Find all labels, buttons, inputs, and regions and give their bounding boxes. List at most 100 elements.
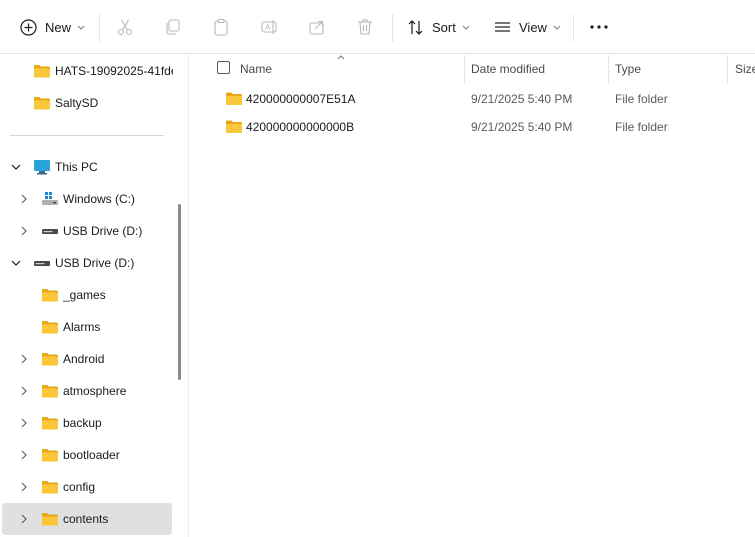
sidebar-tree-label: Alarms: [63, 320, 101, 334]
more-icon: [590, 25, 608, 29]
plus-circle-icon: [20, 18, 37, 36]
sidebar-tree-item[interactable]: Windows (C:): [2, 183, 172, 215]
chevron-down-icon[interactable]: [10, 161, 22, 173]
column-divider[interactable]: [608, 55, 609, 83]
folder-icon: [42, 513, 58, 526]
chevron-right-icon[interactable]: [18, 481, 30, 493]
file-list: Name Date modified Type Size 42000000000…: [190, 55, 755, 537]
monitor-icon: [34, 160, 50, 175]
sidebar-item-label: SaltySD: [55, 96, 99, 110]
clipboard-icon: [214, 18, 228, 36]
column-type[interactable]: Type: [615, 55, 641, 83]
folder-icon: [42, 353, 58, 366]
sidebar-tree-label: contents: [63, 512, 109, 526]
sort-button[interactable]: Sort: [407, 0, 470, 54]
folder-icon: [42, 321, 58, 334]
chevron-right-icon[interactable]: [18, 353, 30, 365]
sidebar-tree-item[interactable]: _games: [2, 279, 172, 311]
sidebar-tree-item[interactable]: config: [2, 471, 172, 503]
sidebar-tree-label: backup: [63, 416, 102, 430]
folder-icon: [226, 92, 242, 105]
file-row[interactable]: 420000000000000B 9/21/2025 5:40 PM File fo…: [190, 113, 755, 141]
sidebar-tree-item[interactable]: This PC: [2, 151, 172, 183]
sidebar-tree-label: _games: [63, 288, 106, 302]
toolbar-separator: [573, 14, 574, 42]
view-button[interactable]: View: [494, 0, 561, 54]
chevron-right-icon[interactable]: [18, 449, 30, 461]
file-row[interactable]: 420000000007E51A 9/21/2025 5:40 PM File fo…: [190, 85, 755, 113]
sidebar-tree-item[interactable]: Android: [2, 343, 172, 375]
sidebar-tree-label: USB Drive (D:): [63, 224, 143, 238]
sidebar-tree-item[interactable]: USB Drive (D:): [2, 215, 172, 247]
more-options-button[interactable]: [590, 0, 608, 54]
file-date-modified: 9/21/2025 5:40 PM: [471, 92, 573, 106]
sidebar-tree-label: Windows (C:): [63, 192, 136, 206]
sidebar-item[interactable]: HATS-19092025-41fdef: [2, 55, 173, 87]
windows-drive-icon: [42, 192, 58, 205]
column-divider[interactable]: [727, 55, 728, 83]
sidebar-tree-label: atmosphere: [63, 384, 127, 398]
new-button[interactable]: New: [20, 0, 85, 54]
sidebar-tree-item[interactable]: contents: [2, 503, 172, 535]
chevron-right-icon[interactable]: [18, 193, 30, 205]
sidebar-tree-item[interactable]: backup: [2, 407, 172, 439]
file-type: File folder: [615, 92, 668, 106]
file-name: 420000000000000B: [246, 120, 355, 134]
column-size[interactable]: Size: [735, 55, 755, 83]
folder-icon: [42, 481, 58, 494]
folder-icon: [34, 97, 50, 110]
chevron-down-icon: [462, 25, 470, 30]
command-bar: New A Sort View: [0, 0, 755, 54]
file-date-modified: 9/21/2025 5:40 PM: [471, 120, 573, 134]
folder-icon: [34, 65, 50, 78]
sidebar-item-label: HATS-19092025-41fdef: [55, 64, 173, 78]
delete-button[interactable]: [356, 0, 374, 54]
cut-button[interactable]: [116, 0, 134, 54]
copy-icon: [166, 19, 180, 35]
sidebar-item[interactable]: SaltySD: [2, 87, 172, 119]
chevron-right-icon[interactable]: [18, 417, 30, 429]
copy-button[interactable]: [164, 0, 182, 54]
sidebar-scrollbar[interactable]: [178, 204, 181, 380]
new-button-label: New: [45, 19, 72, 35]
folder-icon: [42, 289, 58, 302]
sort-icon: [408, 19, 423, 35]
chevron-right-icon[interactable]: [18, 385, 30, 397]
usb-drive-icon: [42, 229, 58, 234]
view-list-icon: [495, 21, 510, 32]
scissors-icon: [117, 19, 133, 36]
chevron-down-icon[interactable]: [10, 257, 22, 269]
chevron-down-icon: [553, 25, 561, 30]
sidebar-tree-label: config: [63, 480, 96, 494]
trash-icon: [358, 19, 372, 35]
sort-button-label: Sort: [432, 19, 456, 35]
column-divider[interactable]: [464, 55, 465, 83]
column-name[interactable]: Name: [240, 55, 272, 83]
sidebar-tree-label: This PC: [55, 160, 98, 174]
chevron-down-icon: [77, 25, 85, 30]
toolbar-separator: [99, 14, 100, 42]
rename-button[interactable]: A: [260, 0, 278, 54]
sort-ascending-icon: [337, 55, 345, 60]
share-button[interactable]: [308, 0, 326, 54]
column-date-modified[interactable]: Date modified: [471, 55, 545, 83]
svg-text:A: A: [265, 23, 271, 32]
sidebar-tree-item[interactable]: Alarms: [2, 311, 172, 343]
sidebar-tree-item[interactable]: USB Drive (D:): [2, 247, 172, 279]
nav-divider: [10, 135, 164, 136]
sidebar-tree-label: Android: [63, 352, 105, 366]
folder-icon: [42, 385, 58, 398]
sidebar-tree-label: bootloader: [63, 448, 120, 462]
chevron-right-icon[interactable]: [18, 225, 30, 237]
sidebar-tree-label: USB Drive (D:): [55, 256, 135, 270]
sidebar-tree-item[interactable]: atmosphere: [2, 375, 172, 407]
usb-drive-icon: [34, 261, 50, 266]
sidebar-tree-item[interactable]: bootloader: [2, 439, 172, 471]
column-header: Name Date modified Type Size: [190, 55, 755, 83]
paste-button[interactable]: [212, 0, 230, 54]
folder-icon: [42, 449, 58, 462]
select-all-checkbox[interactable]: [217, 61, 230, 74]
rename-icon: A: [261, 20, 277, 34]
share-icon: [309, 20, 324, 35]
chevron-right-icon[interactable]: [18, 513, 30, 525]
